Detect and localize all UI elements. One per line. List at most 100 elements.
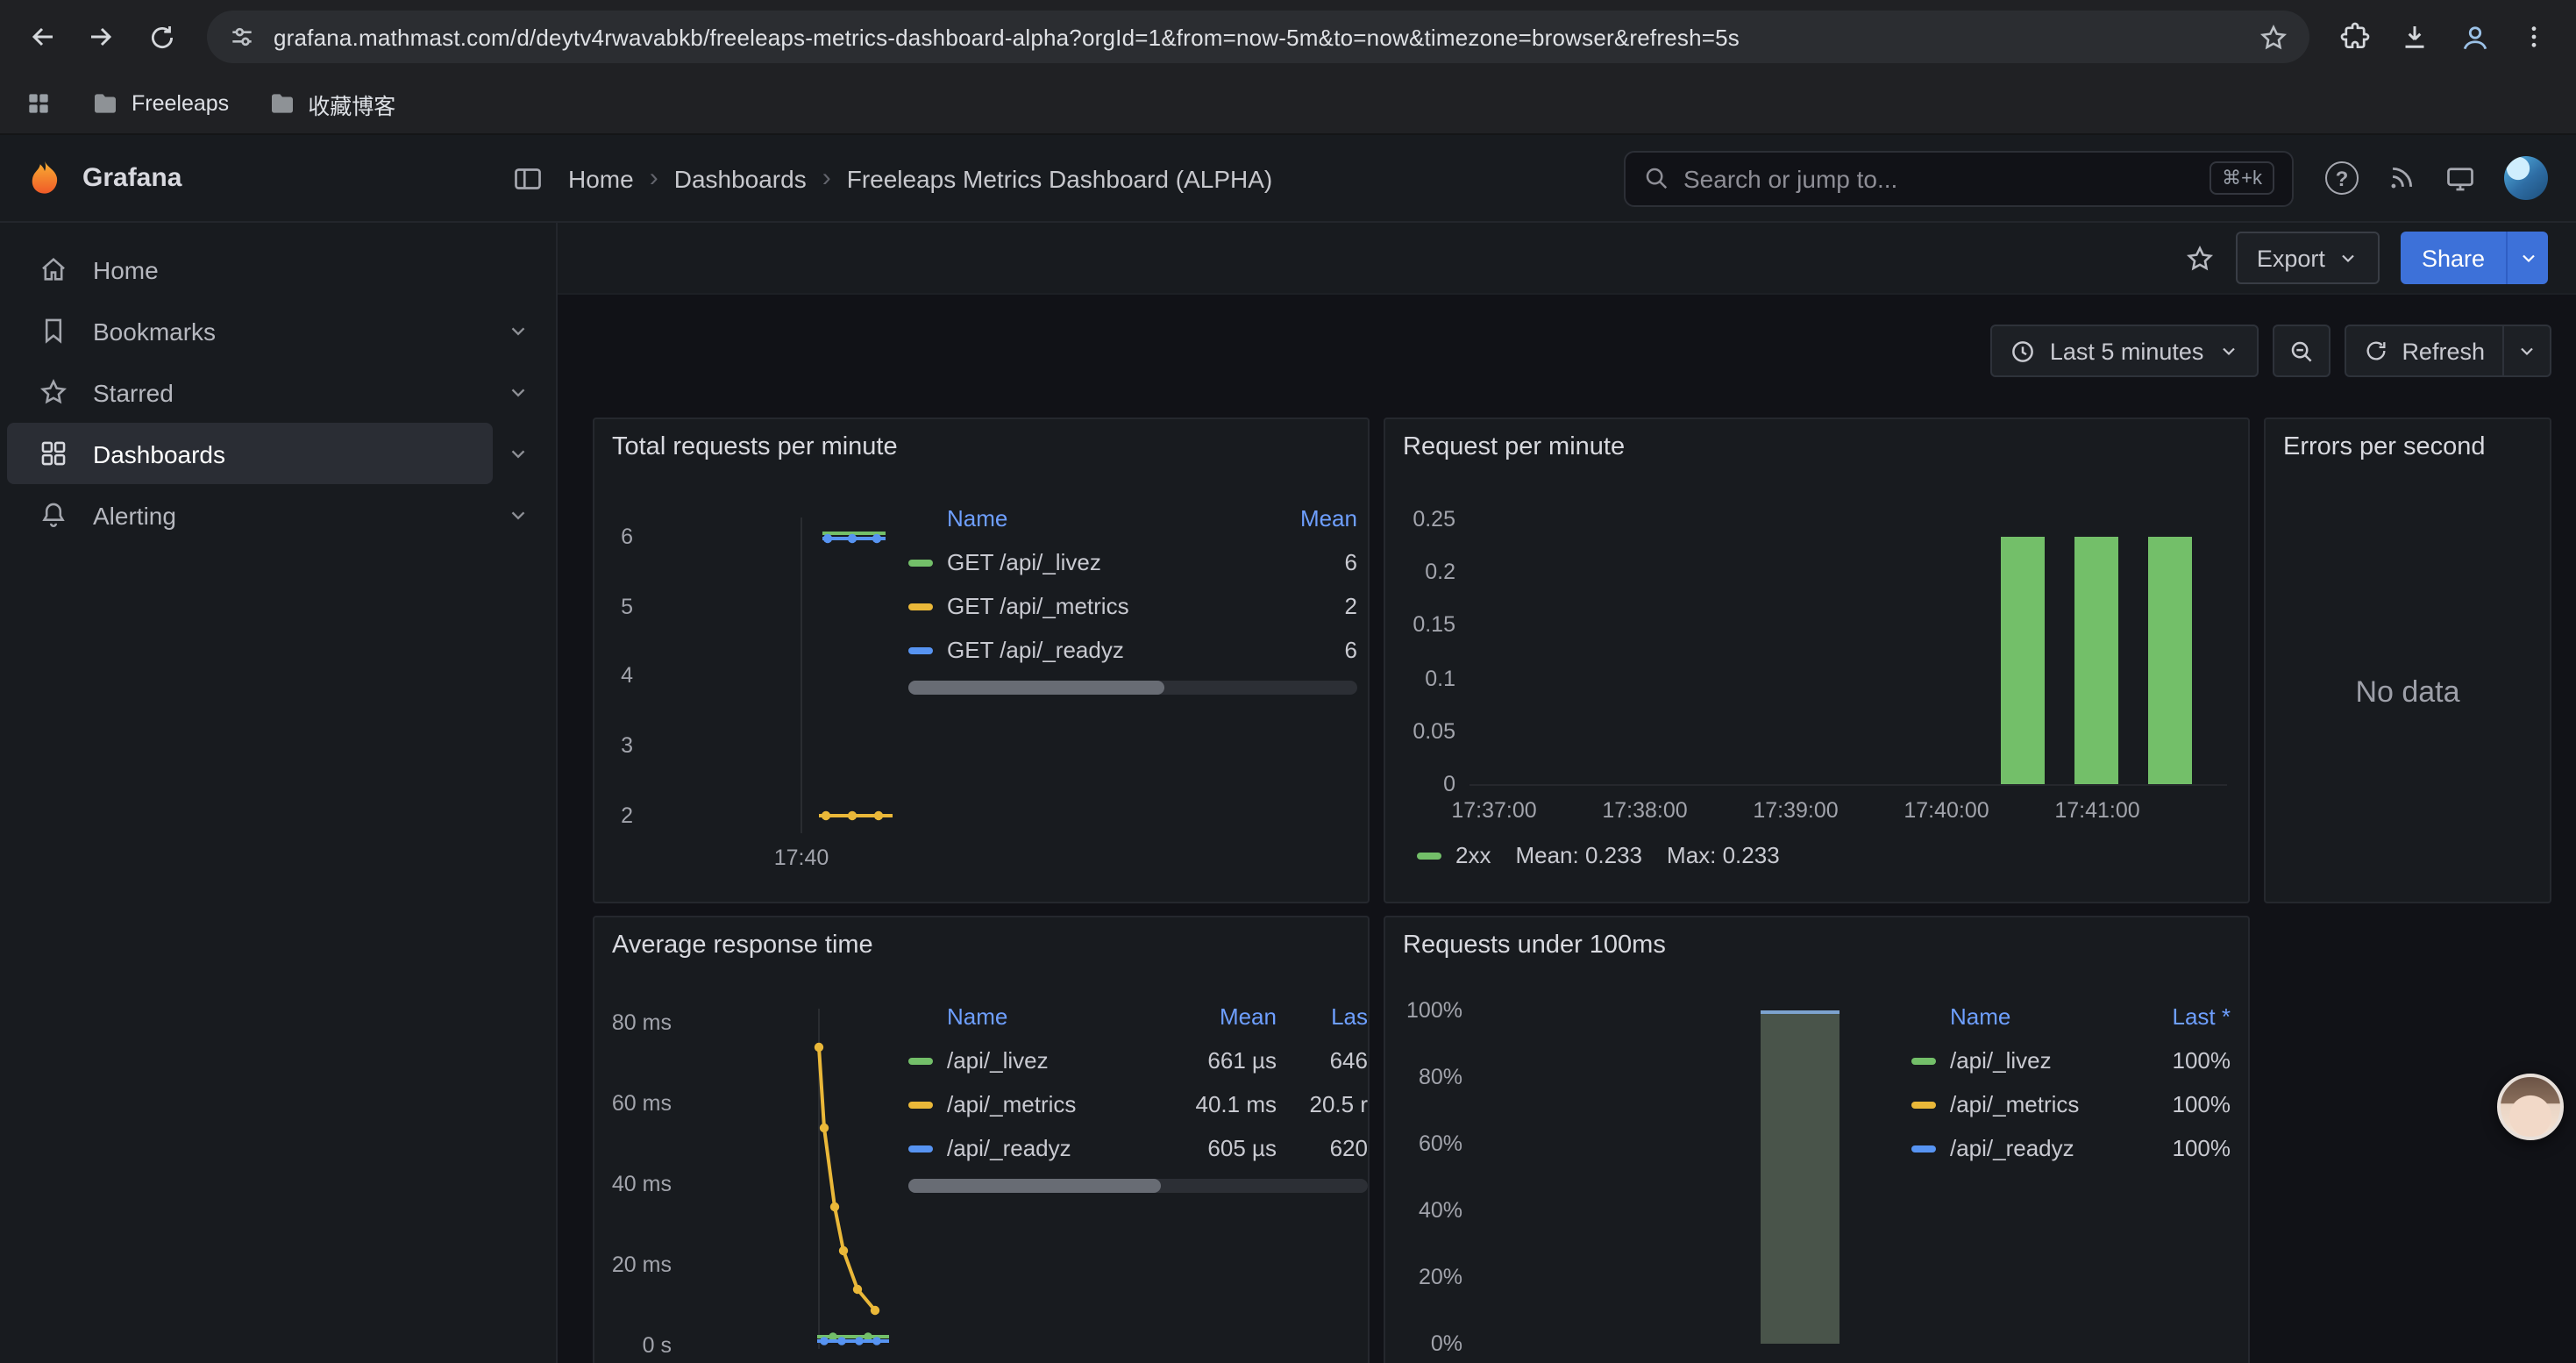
dock-menu-toggle[interactable]	[512, 162, 544, 194]
time-range-picker[interactable]: Last 5 minutes	[1990, 325, 2259, 377]
legend-scrollbar[interactable]	[908, 1179, 1368, 1193]
refresh-button[interactable]: Refresh	[2344, 325, 2504, 377]
bookmark-label: Freeleaps	[132, 91, 229, 116]
series-color-dash	[908, 646, 933, 653]
extensions-button[interactable]	[2327, 9, 2383, 65]
series-name: /api/_livez	[947, 1047, 1161, 1074]
series-color-dash	[908, 603, 933, 610]
monitor-icon[interactable]	[2444, 162, 2476, 194]
url-text[interactable]: grafana.mathmast.com/d/deytv4rwavabkb/fr…	[274, 24, 2241, 50]
legend-header-name[interactable]: Name	[908, 505, 1256, 532]
bookmark-folder-freeleaps[interactable]: Freeleaps	[91, 89, 229, 118]
reload-button[interactable]	[133, 9, 189, 65]
series-name: /api/_metrics	[947, 1091, 1161, 1117]
legend-scrollbar[interactable]	[908, 681, 1357, 695]
x-tick: 17:38:00	[1602, 798, 1687, 823]
panel-title[interactable]: Requests under 100ms	[1385, 917, 2248, 960]
search-input[interactable]: Search or jump to... ⌘+k	[1624, 150, 2294, 206]
legend-header-mean[interactable]: Mean	[1175, 1003, 1277, 1030]
export-button[interactable]: Export	[2236, 232, 2380, 284]
sidebar-item-home[interactable]: Home	[0, 239, 556, 300]
bookmark-star-icon[interactable]	[2259, 22, 2288, 52]
series-mean: 6	[1270, 637, 1357, 663]
legend-table: Name Mean Las /api/_livez 661 µs 646	[908, 995, 1368, 1193]
scrollbar-thumb[interactable]	[908, 681, 1164, 695]
y-tick: 0.2	[1399, 560, 1455, 584]
time-controls: Last 5 minutes Refresh	[1990, 325, 2551, 377]
breadcrumb-home[interactable]: Home	[568, 164, 634, 192]
legend-row[interactable]: /api/_livez 661 µs 646	[908, 1038, 1368, 1082]
share-label[interactable]: Share	[2401, 232, 2506, 284]
legend-row[interactable]: /api/_metrics 100%	[1911, 1082, 2231, 1126]
sidebar-item-label: Dashboards	[93, 439, 225, 467]
refresh-interval-caret[interactable]	[2504, 325, 2551, 377]
x-tick: 17:40	[774, 846, 829, 870]
y-tick: 5	[605, 595, 633, 619]
series-color-dash	[908, 1057, 933, 1064]
series-name: GET /api/_livez	[947, 549, 1256, 575]
downloads-button[interactable]	[2387, 9, 2443, 65]
user-avatar[interactable]	[2504, 156, 2548, 200]
legend-row[interactable]: GET /api/_readyz 6	[908, 628, 1357, 672]
legend-header-name[interactable]: Name	[908, 1003, 1161, 1030]
sidebar-item-bookmarks[interactable]: Bookmarks	[0, 300, 556, 361]
y-tick: 60%	[1396, 1131, 1462, 1156]
sidebar-item-label: Alerting	[93, 501, 176, 529]
legend-row[interactable]: /api/_readyz 100%	[1911, 1126, 2231, 1170]
chevron-down-icon[interactable]	[493, 442, 542, 465]
panel-title[interactable]: Request per minute	[1385, 419, 2248, 461]
y-tick: 40 ms	[601, 1172, 672, 1196]
zoom-out-button[interactable]	[2272, 325, 2330, 377]
breadcrumb-dashboards[interactable]: Dashboards	[674, 164, 807, 192]
clock-icon	[2010, 338, 2036, 364]
legend-row[interactable]: /api/_livez 100%	[1911, 1038, 2231, 1082]
star-icon	[39, 377, 68, 407]
panel-title[interactable]: Average response time	[594, 917, 1368, 960]
legend-header-mean[interactable]: Mean	[1270, 505, 1357, 532]
share-menu-caret[interactable]	[2506, 232, 2548, 284]
sidebar-item-alerting[interactable]: Alerting	[0, 484, 556, 546]
dashboard-actionbar: Export Share	[558, 223, 2576, 295]
sidebar-item-dashboards[interactable]: Dashboards	[0, 423, 556, 484]
bookmark-folder-blogs[interactable]: 收藏博客	[267, 87, 395, 120]
apps-grid-icon[interactable]	[25, 89, 53, 118]
legend-row[interactable]: GET /api/_metrics 2	[908, 584, 1357, 628]
y-tick: 6	[605, 525, 633, 549]
panel-title[interactable]: Total requests per minute	[594, 419, 1368, 461]
legend-row[interactable]: /api/_readyz 605 µs 620	[908, 1126, 1368, 1170]
chevron-down-icon	[2517, 247, 2538, 268]
help-icon[interactable]: ?	[2325, 161, 2359, 195]
header-icons: ?	[2325, 156, 2548, 200]
profile-button[interactable]	[2446, 9, 2502, 65]
browser-window: grafana.mathmast.com/d/deytv4rwavabkb/fr…	[0, 0, 2576, 1363]
legend-row[interactable]: /api/_metrics 40.1 ms 20.5 r	[908, 1082, 1368, 1126]
browser-menu-button[interactable]	[2506, 9, 2562, 65]
grafana-logo[interactable]	[25, 158, 65, 198]
y-tick: 80%	[1396, 1065, 1462, 1089]
site-settings-icon[interactable]	[228, 23, 256, 51]
panel-total-requests-per-minute: Total requests per minute 6 5 4 3 2 17:4…	[593, 417, 1370, 903]
share-button[interactable]: Share	[2401, 232, 2548, 284]
series-last: 100%	[2139, 1047, 2231, 1074]
legend-item-2xx[interactable]: 2xx	[1417, 842, 1491, 868]
chevron-down-icon[interactable]	[493, 381, 542, 403]
news-rss-icon[interactable]	[2387, 163, 2416, 193]
sidebar-item-starred[interactable]: Starred	[0, 361, 556, 423]
panel-title[interactable]: Errors per second	[2266, 419, 2550, 461]
legend-row[interactable]: GET /api/_livez 6	[908, 540, 1357, 584]
sidebar-item-label: Bookmarks	[93, 317, 216, 345]
chevron-down-icon[interactable]	[493, 503, 542, 526]
legend-header-last[interactable]: Las	[1291, 1003, 1368, 1030]
scrollbar-thumb[interactable]	[908, 1179, 1161, 1193]
forward-button[interactable]	[74, 9, 130, 65]
favorite-star-button[interactable]	[2185, 243, 2215, 273]
legend-header-name[interactable]: Name	[1911, 1003, 2125, 1030]
floating-assistant-avatar[interactable]	[2497, 1074, 2564, 1140]
panel-errors-per-second: Errors per second No data	[2264, 417, 2551, 903]
legend-header-last[interactable]: Last *	[2139, 1003, 2231, 1030]
address-bar[interactable]: grafana.mathmast.com/d/deytv4rwavabkb/fr…	[207, 11, 2309, 63]
zoom-out-icon	[2288, 338, 2314, 364]
search-placeholder: Search or jump to...	[1683, 164, 2195, 192]
chevron-down-icon[interactable]	[493, 319, 542, 342]
back-button[interactable]	[14, 9, 70, 65]
